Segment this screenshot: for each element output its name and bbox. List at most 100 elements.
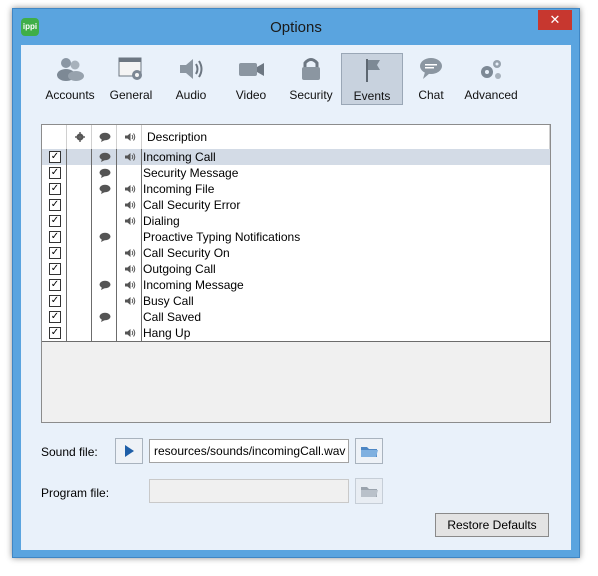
chat-cell[interactable] — [92, 293, 117, 309]
program-cell[interactable] — [67, 309, 92, 325]
tab-events[interactable]: Events — [341, 53, 403, 105]
chat-cell[interactable] — [92, 277, 117, 293]
sound-cell[interactable] — [117, 149, 142, 165]
enabled-checkbox[interactable]: ✓ — [49, 183, 61, 195]
header-description[interactable]: Description — [142, 125, 550, 149]
sound-file-input[interactable]: resources/sounds/incomingCall.wav — [149, 439, 349, 463]
tab-label: Security — [289, 88, 333, 102]
table-row[interactable]: ✓ Incoming File — [42, 181, 550, 198]
sound-cell[interactable] — [117, 325, 142, 341]
enabled-checkbox[interactable]: ✓ — [49, 247, 61, 259]
enabled-cell: ✓ — [42, 325, 67, 341]
table-row[interactable]: ✓ Incoming Message — [42, 277, 550, 294]
enabled-checkbox[interactable]: ✓ — [49, 311, 61, 323]
enabled-checkbox[interactable]: ✓ — [49, 151, 61, 163]
program-cell[interactable] — [67, 245, 92, 261]
event-description: Security Message — [143, 166, 239, 180]
chat-cell[interactable] — [92, 197, 117, 213]
program-file-input[interactable] — [149, 479, 349, 503]
chat-bubble-icon — [99, 132, 111, 142]
chat-cell[interactable] — [92, 149, 117, 165]
enabled-checkbox[interactable]: ✓ — [49, 199, 61, 211]
folder-icon — [361, 487, 378, 497]
program-cell[interactable] — [67, 197, 92, 213]
chat-cell[interactable] — [92, 261, 117, 277]
program-cell[interactable] — [67, 213, 92, 229]
sound-cell[interactable] — [117, 293, 142, 309]
play-sound-button[interactable] — [115, 438, 143, 464]
program-cell[interactable] — [67, 149, 92, 165]
table-row[interactable]: ✓ Hang Up — [42, 325, 550, 342]
enabled-checkbox[interactable]: ✓ — [49, 231, 61, 243]
program-cell[interactable] — [67, 181, 92, 197]
chat-cell[interactable] — [92, 245, 117, 261]
program-cell[interactable] — [67, 165, 92, 181]
browse-program-button[interactable] — [355, 478, 383, 504]
tab-chat[interactable]: Chat — [401, 53, 461, 105]
table-row[interactable]: ✓ Proactive Typing Notifications — [42, 229, 550, 246]
header-enabled[interactable] — [42, 125, 67, 149]
table-row[interactable]: ✓ Call Saved — [42, 309, 550, 326]
chat-cell[interactable] — [92, 309, 117, 325]
chat-cell[interactable] — [92, 213, 117, 229]
window-title: Options — [270, 19, 322, 36]
security-icon — [302, 58, 320, 80]
browse-sound-button[interactable] — [355, 438, 383, 464]
chat-cell[interactable] — [92, 165, 117, 181]
header-sound[interactable] — [117, 125, 142, 149]
chat-bubble-icon — [99, 312, 111, 322]
table-row[interactable]: ✓ Busy Call — [42, 293, 550, 310]
header-chat[interactable] — [92, 125, 117, 149]
tab-audio[interactable]: Audio — [161, 53, 221, 105]
speaker-icon — [125, 133, 136, 141]
restore-defaults-button[interactable]: Restore Defaults — [435, 513, 549, 537]
sound-cell[interactable] — [117, 197, 142, 213]
tab-general[interactable]: General — [101, 53, 161, 105]
title-bar[interactable]: ippi Options ✕ — [13, 9, 579, 45]
event-description: Call Security On — [143, 246, 230, 260]
speaker-icon — [125, 265, 136, 273]
enabled-checkbox[interactable]: ✓ — [49, 167, 61, 179]
program-cell[interactable] — [67, 325, 92, 341]
table-row[interactable]: ✓ Dialing — [42, 213, 550, 230]
chat-bubble-icon — [99, 184, 111, 194]
enabled-cell: ✓ — [42, 293, 67, 309]
chat-cell[interactable] — [92, 229, 117, 245]
table-row[interactable]: ✓ Incoming Call — [42, 149, 550, 166]
table-row[interactable]: ✓ Call Security On — [42, 245, 550, 262]
sound-cell[interactable] — [117, 261, 142, 277]
sound-cell[interactable] — [117, 245, 142, 261]
program-cell[interactable] — [67, 261, 92, 277]
speaker-icon — [125, 201, 136, 209]
enabled-checkbox[interactable]: ✓ — [49, 263, 61, 275]
sound-cell[interactable] — [117, 277, 142, 293]
accounts-icon — [57, 58, 84, 81]
enabled-checkbox[interactable]: ✓ — [49, 295, 61, 307]
tab-accounts[interactable]: Accounts — [40, 53, 100, 105]
chat-bubble-icon — [99, 152, 111, 162]
table-row[interactable]: ✓ Security Message — [42, 165, 550, 182]
program-cell[interactable] — [67, 277, 92, 293]
event-description: Call Saved — [143, 310, 202, 324]
sound-cell[interactable] — [117, 165, 142, 181]
sound-cell[interactable] — [117, 229, 142, 245]
tab-advanced[interactable]: Advanced — [461, 53, 521, 105]
table-row[interactable]: ✓ Call Security Error — [42, 197, 550, 214]
sound-cell[interactable] — [117, 309, 142, 325]
enabled-checkbox[interactable]: ✓ — [49, 279, 61, 291]
header-program[interactable] — [67, 125, 92, 149]
sound-cell[interactable] — [117, 213, 142, 229]
close-button[interactable]: ✕ — [538, 10, 572, 30]
tab-video[interactable]: Video — [221, 53, 281, 105]
tab-security[interactable]: Security — [281, 53, 341, 105]
sound-file-label: Sound file: — [41, 445, 98, 459]
enabled-checkbox[interactable]: ✓ — [49, 215, 61, 227]
enabled-checkbox[interactable]: ✓ — [49, 327, 61, 339]
tab-label: Advanced — [464, 88, 518, 102]
table-row[interactable]: ✓ Outgoing Call — [42, 261, 550, 278]
sound-cell[interactable] — [117, 181, 142, 197]
program-cell[interactable] — [67, 293, 92, 309]
chat-cell[interactable] — [92, 325, 117, 341]
chat-cell[interactable] — [92, 181, 117, 197]
program-cell[interactable] — [67, 229, 92, 245]
